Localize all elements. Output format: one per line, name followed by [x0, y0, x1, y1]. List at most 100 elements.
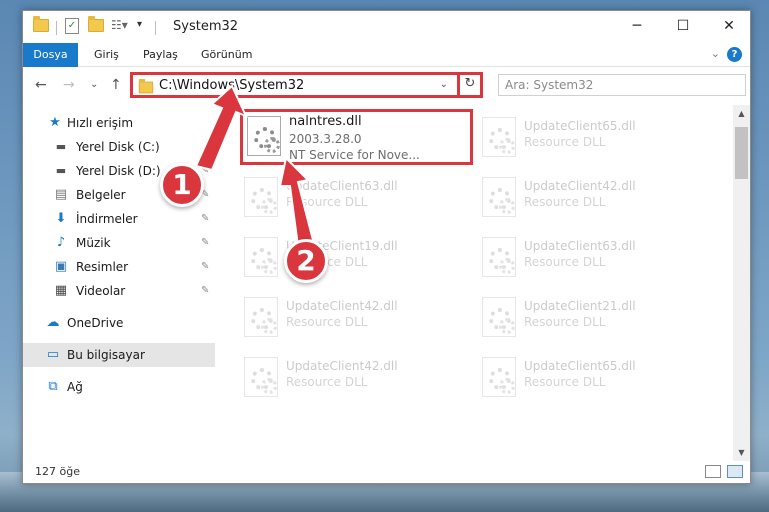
file-type: Resource DLL — [524, 135, 606, 149]
status-bar: 127 öğe — [23, 461, 750, 483]
scroll-thumb[interactable] — [735, 127, 748, 179]
file-name: UpdateClient42.dll — [286, 359, 398, 373]
file-explorer-window: ✓ ☷▾ ▾ System32 ─ ☐ ✕ Dosya Giriş Paylaş… — [22, 10, 751, 484]
dll-file-icon — [244, 357, 278, 397]
sidebar-item-downloads[interactable]: ⬇ İndirmeler ✎ — [23, 207, 215, 231]
file-name: UpdateClient65.dll — [524, 119, 636, 133]
network-icon: ⧉ — [48, 379, 58, 394]
dll-file-icon — [482, 117, 516, 157]
documents-icon: ▤ — [54, 187, 68, 202]
drive-icon: ▬ — [55, 140, 67, 153]
title-bar: ✓ ☷▾ ▾ System32 ─ ☐ ✕ — [23, 11, 750, 43]
file-name: nalntres.dll — [289, 114, 362, 129]
music-icon: ♪ — [56, 235, 66, 250]
sidebar-item-pictures[interactable]: ▣ Resimler ✎ — [23, 255, 215, 279]
file-item[interactable]: UpdateClient21.dll Resource DLL — [478, 293, 710, 345]
sidebar-item-label: İndirmeler — [76, 212, 138, 226]
scroll-up-icon[interactable]: ▲ — [733, 105, 750, 122]
file-name: UpdateClient42.dll — [286, 299, 398, 313]
file-name: UpdateClient21.dll — [524, 299, 636, 313]
scroll-down-icon[interactable]: ▼ — [733, 444, 750, 461]
close-button[interactable]: ✕ — [706, 11, 750, 42]
file-item[interactable]: UpdateClient42.dll Resource DLL — [240, 353, 472, 405]
dll-file-icon — [482, 297, 516, 337]
file-item[interactable]: UpdateClient65.dll Resource DLL — [478, 353, 710, 405]
sidebar-item-network[interactable]: ⧉ Ağ — [23, 375, 215, 399]
sidebar-item-onedrive[interactable]: ☁ OneDrive — [23, 311, 215, 335]
customize-toolbar-icon[interactable]: ☷▾ — [111, 18, 128, 32]
ribbon-collapse-icon[interactable]: ⌄ — [711, 47, 720, 60]
pin-icon: ✎ — [201, 261, 210, 272]
sidebar-item-local-disk-c[interactable]: ▬ Yerel Disk (C:) — [23, 135, 215, 159]
item-count: 127 öğe — [35, 465, 80, 478]
sidebar-item-label: Ağ — [67, 380, 83, 394]
address-row: ← → ⌄ ↑ C:\Windows\System32 ⌄ ↻ Ara: Sys… — [23, 67, 750, 105]
refresh-button[interactable]: ↻ — [457, 72, 483, 98]
properties-icon[interactable]: ✓ — [65, 18, 79, 34]
file-name: UpdateClient63.dll — [286, 179, 398, 193]
file-type: Resource DLL — [286, 195, 368, 209]
folder-icon — [33, 16, 49, 32]
file-item[interactable]: UpdateClient65.dll Resource DLL — [478, 113, 710, 165]
file-item[interactable]: UpdateClient63.dll Resource DLL — [478, 233, 710, 285]
file-item[interactable]: UpdateClient19.dll Resource DLL — [240, 233, 472, 285]
computer-icon: ▭ — [46, 347, 60, 362]
file-type: Resource DLL — [524, 255, 606, 269]
file-type: Resource DLL — [286, 375, 368, 389]
quick-access-dropdown-icon[interactable]: ▾ — [137, 19, 142, 30]
search-placeholder: Ara: System32 — [505, 78, 594, 92]
download-icon: ⬇ — [55, 211, 67, 226]
file-list: nalntres.dll 2003.3.28.0 NT Service for … — [228, 105, 733, 461]
sidebar-item-label: Yerel Disk (C:) — [76, 140, 160, 154]
dll-file-icon — [482, 357, 516, 397]
large-icons-view-icon[interactable] — [727, 465, 743, 478]
sidebar-item-music[interactable]: ♪ Müzik ✎ — [23, 231, 215, 255]
file-name: UpdateClient65.dll — [524, 359, 636, 373]
dll-file-icon — [482, 177, 516, 217]
vertical-scrollbar[interactable]: ▲ ▼ — [733, 105, 750, 461]
back-button[interactable]: ← — [35, 77, 47, 93]
search-input[interactable]: Ara: System32 — [498, 74, 746, 96]
sidebar-item-label: Yerel Disk (D:) — [76, 164, 161, 178]
sidebar-item-label: Hızlı erişim — [67, 116, 134, 130]
sidebar-item-quick-access[interactable]: ★ Hızlı erişim — [23, 111, 215, 135]
sidebar-item-label: Videolar — [76, 284, 126, 298]
pictures-icon: ▣ — [54, 259, 68, 274]
file-item[interactable]: UpdateClient42.dll Resource DLL — [240, 293, 472, 345]
new-folder-icon[interactable] — [88, 16, 104, 32]
sidebar-item-label: Resimler — [76, 260, 129, 274]
file-item[interactable]: UpdateClient63.dll Resource DLL — [240, 173, 472, 225]
tab-view[interactable]: Görünüm — [191, 43, 262, 67]
sidebar-item-label: OneDrive — [67, 316, 124, 330]
file-type: Resource DLL — [524, 315, 606, 329]
ribbon-tabs: Dosya Giriş Paylaş Görünüm ⌄ ? — [23, 43, 750, 95]
tab-share[interactable]: Paylaş — [133, 43, 188, 67]
help-icon[interactable]: ? — [727, 47, 742, 62]
sidebar-item-label: Belgeler — [76, 188, 126, 202]
file-item[interactable]: UpdateClient42.dll Resource DLL — [478, 173, 710, 225]
divider — [155, 21, 156, 35]
star-icon: ★ — [49, 115, 61, 130]
dll-file-icon — [247, 116, 281, 156]
forward-button[interactable]: → — [63, 77, 75, 93]
sidebar-item-label: Bu bilgisayar — [67, 348, 145, 362]
drive-icon: ▬ — [55, 164, 67, 177]
tab-home[interactable]: Giriş — [84, 43, 129, 67]
videos-icon: ▦ — [54, 283, 68, 298]
details-view-icon[interactable] — [705, 465, 721, 478]
sidebar-item-this-pc[interactable]: ▭ Bu bilgisayar — [23, 343, 215, 367]
navigation-pane: ★ Hızlı erişim ▬ Yerel Disk (C:) ▬ Yerel… — [23, 105, 219, 461]
up-button[interactable]: ↑ — [110, 77, 122, 93]
address-dropdown-icon[interactable]: ⌄ — [440, 79, 448, 90]
file-item-highlighted[interactable]: nalntres.dll 2003.3.28.0 NT Service for … — [240, 109, 473, 165]
maximize-button[interactable]: ☐ — [660, 11, 706, 42]
minimize-button[interactable]: ─ — [614, 11, 660, 42]
divider — [56, 21, 57, 35]
recent-locations-button[interactable]: ⌄ — [90, 79, 98, 90]
address-path[interactable]: C:\Windows\System32 — [159, 78, 304, 93]
sidebar-item-videos[interactable]: ▦ Videolar ✎ — [23, 279, 215, 303]
address-bar[interactable]: C:\Windows\System32 ⌄ — [130, 72, 481, 98]
cloud-icon: ☁ — [46, 315, 60, 330]
folder-icon — [138, 78, 154, 94]
dll-file-icon — [244, 237, 278, 277]
